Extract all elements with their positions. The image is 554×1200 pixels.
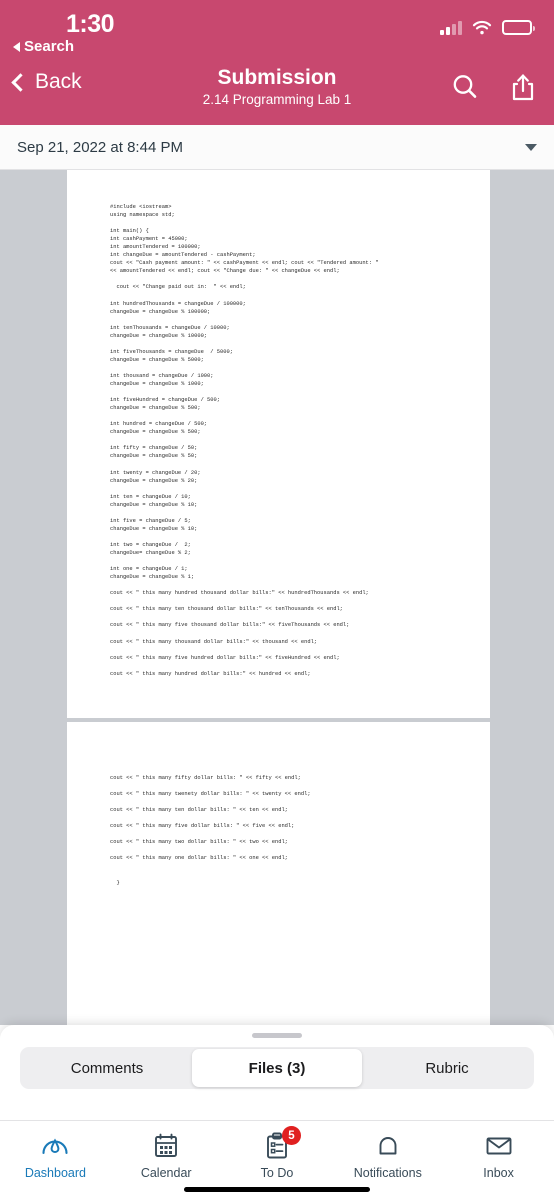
nav-bar: Back Submission 2.14 Programming Lab 1 (0, 56, 554, 125)
chevron-down-icon[interactable] (525, 143, 537, 151)
tab-todo[interactable]: 5 To Do (222, 1126, 333, 1180)
tab-files-label: Files (3) (248, 1059, 306, 1077)
submission-date-bar[interactable]: Sep 21, 2022 at 8:44 PM (0, 125, 554, 170)
tab-notifications-label: Notifications (353, 1166, 422, 1180)
search-icon[interactable] (450, 72, 480, 102)
home-indicator (184, 1187, 370, 1192)
tab-calendar-label: Calendar (140, 1166, 192, 1180)
signal-icon (440, 21, 462, 35)
bottom-sheet: Comments Files (3) Rubric Dashboard Cale… (0, 1025, 554, 1200)
tab-dashboard[interactable]: Dashboard (0, 1131, 111, 1180)
tab-rubric-label: Rubric (425, 1059, 469, 1077)
status-bar-back-to-app[interactable]: Search (13, 38, 74, 55)
code-block-page-1: #include <iostream> using namespace std;… (110, 204, 379, 677)
status-bar-indicators (440, 20, 535, 35)
battery-icon (502, 20, 535, 35)
envelope-icon (484, 1131, 514, 1161)
tab-rubric[interactable]: Rubric (362, 1049, 532, 1087)
tab-notifications[interactable]: Notifications (332, 1131, 443, 1180)
todo-badge: 5 (281, 1126, 301, 1145)
calendar-icon (151, 1131, 181, 1161)
status-bar-time: 1:30 (66, 10, 115, 38)
triangle-left-icon (13, 41, 20, 52)
bell-icon (373, 1131, 403, 1161)
submission-date: Sep 21, 2022 at 8:44 PM (17, 138, 183, 156)
wifi-icon (472, 20, 492, 35)
document-viewer[interactable]: #include <iostream> using namespace std;… (0, 170, 554, 1025)
nav-area: 1:30 Search Back Submission 2.14 Program… (0, 0, 554, 125)
status-bar: 1:30 Search (0, 0, 554, 56)
clipboard-icon: 5 (262, 1126, 301, 1161)
tab-dashboard-label: Dashboard (24, 1166, 86, 1180)
status-bar-back-label: Search (24, 38, 75, 55)
tab-inbox[interactable]: Inbox (443, 1131, 554, 1180)
drag-handle[interactable] (252, 1033, 302, 1038)
share-icon[interactable] (508, 72, 538, 102)
nav-actions (450, 72, 538, 102)
dashboard-gauge-icon (40, 1131, 70, 1161)
code-block-page-2: cout << " this many fifty dollar bills: … (110, 775, 311, 886)
tab-todo-label: To Do (260, 1166, 294, 1180)
tab-comments-label: Comments (70, 1059, 144, 1077)
submission-screen: 1:30 Search Back Submission 2.14 Program… (0, 0, 554, 1200)
tab-comments[interactable]: Comments (22, 1049, 192, 1087)
tab-inbox-label: Inbox (483, 1166, 514, 1180)
document-page-2: cout << " this many fifty dollar bills: … (67, 722, 490, 1025)
tab-calendar[interactable]: Calendar (111, 1131, 222, 1180)
tab-files[interactable]: Files (3) (192, 1049, 362, 1087)
document-page-1: #include <iostream> using namespace std;… (67, 170, 490, 718)
segmented-control: Comments Files (3) Rubric (20, 1047, 534, 1089)
